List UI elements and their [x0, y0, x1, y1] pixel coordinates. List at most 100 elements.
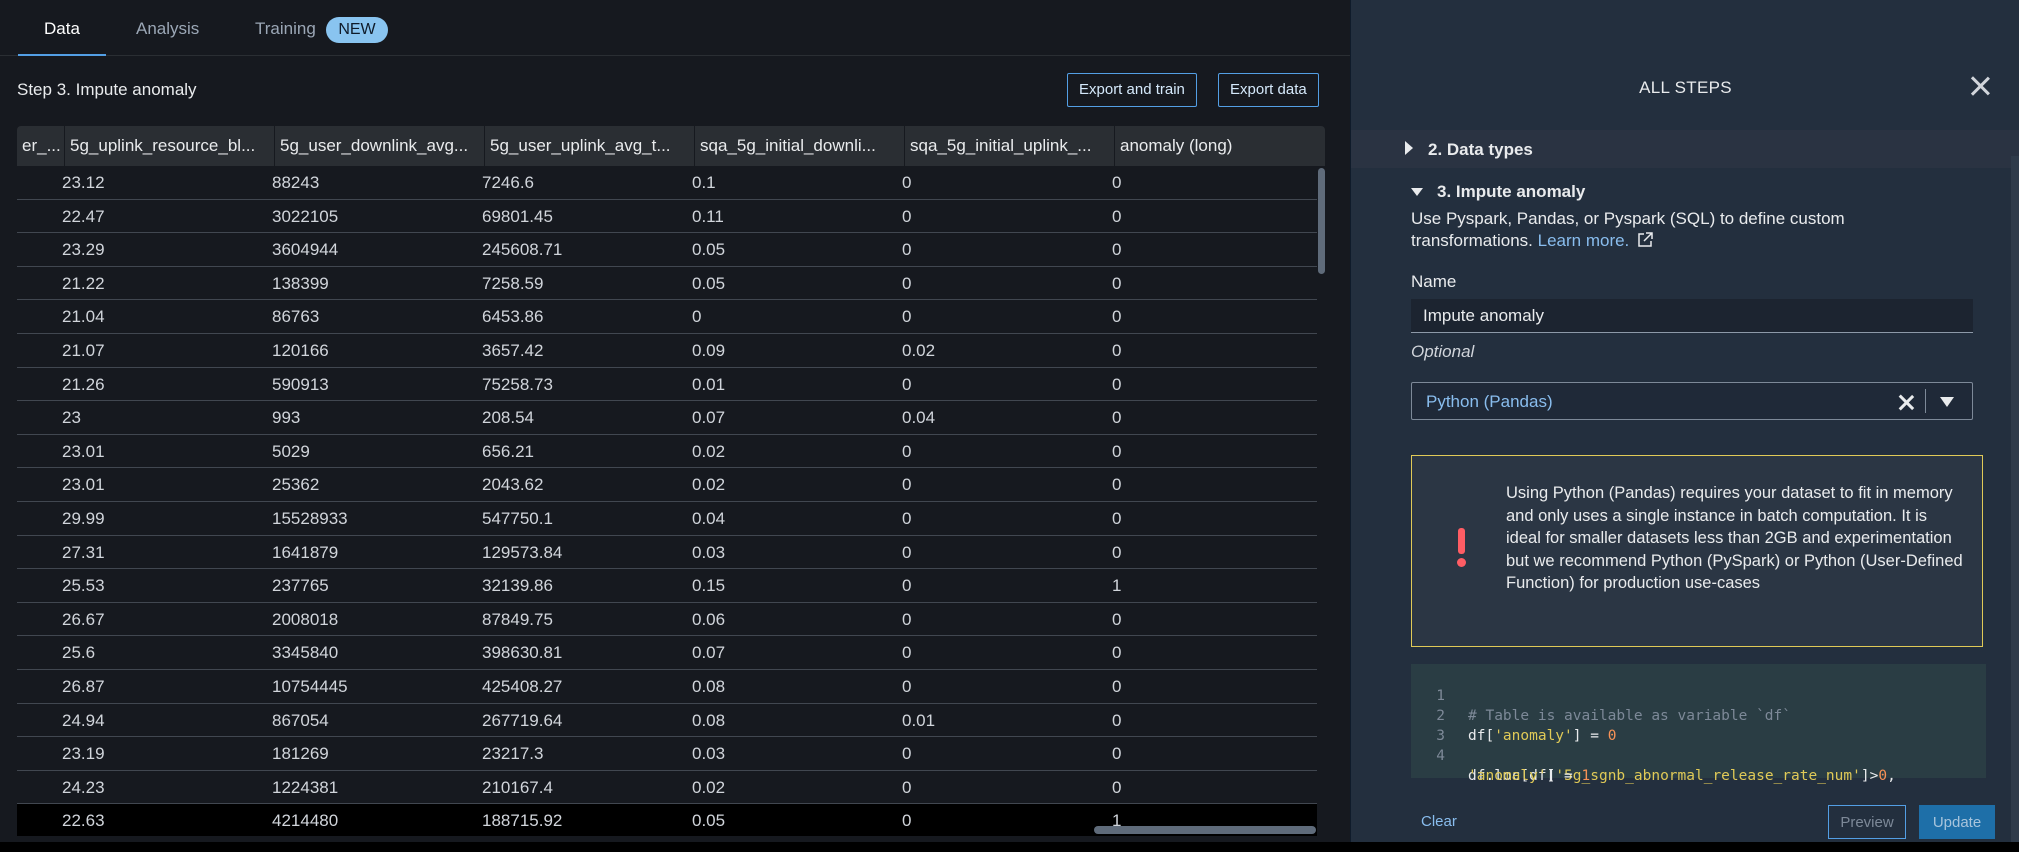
horizontal-scrollbar[interactable]: [1094, 826, 1316, 834]
table-cell: 0.05: [692, 273, 726, 293]
caret-right-icon: [1405, 141, 1413, 155]
table-cell: 590913: [272, 374, 329, 394]
table-cell: 88243: [272, 173, 320, 192]
table-cell: 26.87: [62, 677, 105, 696]
table-cell: 23.19: [62, 744, 105, 764]
table-cell: 0: [902, 677, 912, 696]
code-line: 'anomaly'] = 1: [1411, 746, 1590, 784]
table-cell: 138399: [272, 273, 329, 293]
table-cell: 0: [1112, 206, 1122, 226]
table-row[interactable]: 21.04 86763 6453.86 0 0 0: [17, 300, 1317, 334]
learn-more-link[interactable]: Learn more.: [1538, 231, 1630, 250]
table-cell: 24.94: [62, 710, 105, 730]
table-cell: 0: [902, 441, 912, 461]
tab-analysis[interactable]: Analysis: [136, 0, 199, 56]
table-cell: 993: [272, 408, 301, 428]
table-cell: 75258.73: [482, 374, 553, 394]
table-row[interactable]: 26.67 2008018 87849.75 0.06 0 0: [17, 603, 1317, 637]
table-cell: 188715.92: [482, 811, 563, 831]
table-cell: 23217.3: [482, 744, 544, 764]
tab-training[interactable]: Training: [255, 0, 316, 56]
table-cell: 0: [902, 509, 912, 528]
step-data-types[interactable]: 2. Data types: [1351, 130, 2019, 168]
column-header[interactable]: sqa_5g_initial_uplink_...: [904, 126, 1114, 166]
column-header[interactable]: 5g_user_uplink_avg_t...: [484, 126, 694, 166]
table-cell: 0: [1112, 374, 1122, 394]
code-line: 3: [1411, 706, 1481, 744]
table-row[interactable]: 22.47 3022105 69801.45 0.11 0 0: [17, 200, 1317, 234]
table-row[interactable]: 23.01 25362 2043.62 0.02 0 0: [17, 468, 1317, 502]
column-header[interactable]: 5g_user_downlink_avg...: [274, 126, 484, 166]
table-row[interactable]: 23.29 3604944 245608.71 0.05 0 0: [17, 233, 1317, 267]
table-row[interactable]: 25.53 237765 32139.86 0.15 0 1: [17, 569, 1317, 603]
preview-button[interactable]: Preview: [1828, 805, 1906, 839]
table-cell: 181269: [272, 744, 329, 764]
column-header[interactable]: 5g_uplink_resource_bl...: [64, 126, 274, 166]
table-cell: 3657.42: [482, 341, 544, 360]
table-row[interactable]: 23.01 5029 656.21 0.02 0 0: [17, 435, 1317, 469]
table-row[interactable]: 25.6 3345840 398630.81 0.07 0 0: [17, 636, 1317, 670]
vertical-scrollbar[interactable]: [1318, 168, 1325, 274]
table-cell: 129573.84: [482, 542, 563, 562]
table-cell: 0.02: [692, 475, 726, 495]
name-input[interactable]: [1411, 299, 1973, 333]
code-editor[interactable]: 1 # Table is available as variable `df` …: [1411, 664, 1986, 784]
table-row[interactable]: 23 993 208.54 0.07 0.04 0: [17, 401, 1317, 435]
column-header[interactable]: anomaly (long): [1114, 126, 1325, 166]
language-select[interactable]: Python (Pandas): [1411, 382, 1973, 420]
close-icon[interactable]: [1967, 73, 1993, 99]
table-cell: 0: [902, 206, 912, 226]
table-cell: 0.03: [692, 744, 726, 764]
step-label: 2. Data types: [1428, 140, 1533, 159]
table-row[interactable]: 24.23 1224381 210167.4 0.02 0 0: [17, 771, 1317, 805]
column-header[interactable]: er_...: [17, 126, 64, 166]
table-row[interactable]: 27.31 1641879 129573.84 0.03 0 0: [17, 536, 1317, 570]
table-row[interactable]: 29.99 15528933 547750.1 0.04 0 0: [17, 502, 1317, 536]
table-cell: 24.23: [62, 777, 105, 797]
table-cell: 26.67: [62, 609, 105, 629]
export-data-button[interactable]: Export data: [1218, 73, 1319, 107]
table-cell: 1224381: [272, 777, 339, 797]
name-label: Name: [1411, 272, 1457, 291]
table-row[interactable]: 23.12 88243 7246.6 0.1 0 0: [17, 166, 1317, 200]
table-cell: 0: [1112, 240, 1122, 260]
table-cell: 69801.45: [482, 206, 553, 226]
clear-selection-icon[interactable]: [1896, 392, 1916, 412]
table-cell: 0.02: [692, 441, 726, 461]
table-cell: 0.02: [902, 341, 936, 360]
table-row[interactable]: 21.22 138399 7258.59 0.05 0 0: [17, 267, 1317, 301]
clear-button[interactable]: Clear: [1421, 813, 1457, 830]
exclamation-icon: [1456, 528, 1468, 568]
table-cell: 0: [1112, 643, 1122, 663]
table-cell: 0: [1112, 441, 1122, 461]
table-cell: 208.54: [482, 408, 534, 428]
table-cell: 0: [902, 240, 912, 260]
caret-down-icon[interactable]: [1411, 188, 1423, 196]
export-and-train-button[interactable]: Export and train: [1067, 73, 1197, 107]
panel-scrollbar[interactable]: [2011, 156, 2019, 842]
table-cell: 7258.59: [482, 273, 544, 293]
table-cell: 0.11: [692, 206, 724, 226]
table-cell: 2008018: [272, 609, 339, 629]
tab-data[interactable]: Data: [18, 0, 106, 56]
update-button[interactable]: Update: [1919, 805, 1995, 839]
table-row[interactable]: 26.87 10754445 425408.27 0.08 0 0: [17, 670, 1317, 704]
step-label: 3. Impute anomaly: [1437, 182, 1586, 201]
table-cell: 87849.75: [482, 609, 553, 629]
table-row[interactable]: 21.26 590913 75258.73 0.01 0 0: [17, 368, 1317, 402]
table-cell: 0: [1112, 408, 1122, 428]
table-row[interactable]: 24.94 867054 267719.64 0.08 0.01 0: [17, 704, 1317, 738]
dropdown-caret-icon[interactable]: [1940, 397, 1954, 407]
table-cell: 0.1: [692, 173, 716, 192]
table-row[interactable]: 21.07 120166 3657.42 0.09 0.02 0: [17, 334, 1317, 368]
column-header[interactable]: sqa_5g_initial_downli...: [694, 126, 904, 166]
table-cell: 0: [902, 777, 912, 797]
new-badge: NEW: [326, 17, 388, 43]
table-cell: 0: [902, 811, 912, 831]
table-row[interactable]: 23.19 181269 23217.3 0.03 0 0: [17, 737, 1317, 771]
table-cell: 0: [1112, 475, 1122, 495]
table-cell: 27.31: [62, 542, 105, 562]
table-cell: 0: [902, 273, 912, 293]
table-cell: 0: [692, 307, 702, 327]
table-cell: 0: [902, 576, 912, 596]
